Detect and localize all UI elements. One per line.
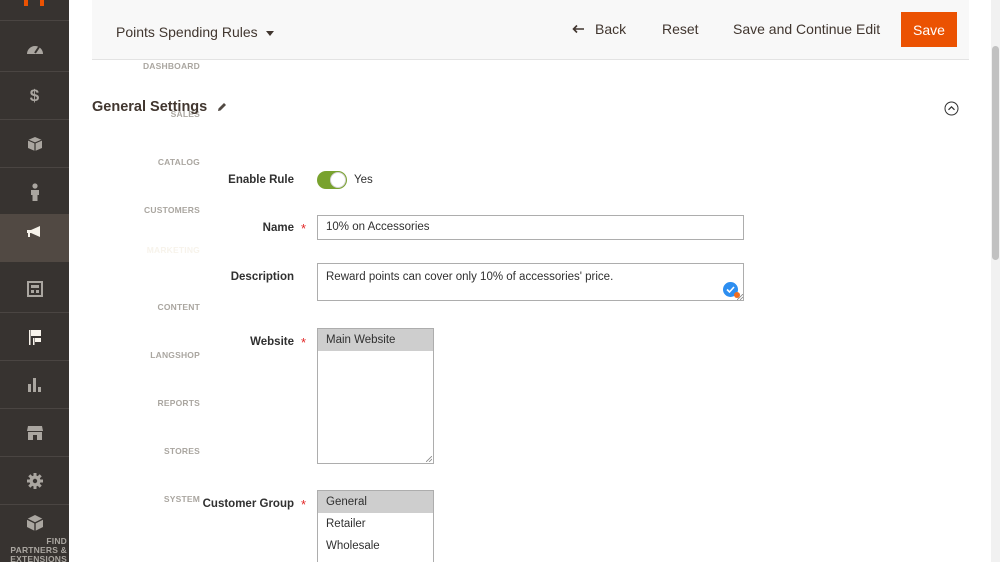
- spellcheck-badge-icon[interactable]: [723, 282, 740, 298]
- customer-group-option[interactable]: Wholesale: [318, 535, 433, 557]
- required-asterisk: *: [301, 221, 307, 236]
- save-and-continue-button[interactable]: Save and Continue Edit: [733, 21, 880, 37]
- flags-icon: [28, 330, 41, 345]
- bar-chart-icon: [27, 378, 41, 392]
- back-label: Back: [595, 21, 627, 37]
- dollar-icon: $: [29, 86, 40, 105]
- sidebar-label: CONTENT: [157, 302, 200, 312]
- gear-icon: [26, 473, 43, 489]
- back-button[interactable]: Back: [572, 21, 626, 37]
- sidebar-item-find-partners[interactable]: FIND PARTNERS & EXTENSIONS: [0, 508, 69, 562]
- resize-handle-icon[interactable]: [737, 294, 743, 300]
- cube-icon: [26, 515, 43, 531]
- required-asterisk: *: [301, 497, 307, 512]
- website-multiselect[interactable]: Main Website: [317, 328, 434, 464]
- sidebar-item-marketing[interactable]: MARKETING: [0, 214, 200, 262]
- page-scrollbar[interactable]: [991, 0, 1000, 562]
- sidebar-label: STORES: [164, 446, 200, 456]
- sidebar-label: LANGSHOP: [150, 350, 200, 360]
- toggle-knob: [330, 172, 346, 188]
- sidebar-label: MARKETING: [146, 245, 200, 255]
- storefront-icon: [26, 426, 43, 440]
- reset-button[interactable]: Reset: [662, 21, 699, 37]
- arrow-left-icon: [572, 24, 584, 34]
- layout-icon: [26, 281, 43, 297]
- admin-sidebar: DASHBOARD $ SALES CATALOG CUSTOMERS MARK…: [0, 0, 200, 562]
- dashboard-icon: [26, 46, 43, 54]
- page-actions-header: Points Spending Rules Back Reset Save an…: [92, 0, 969, 60]
- store-view-switcher[interactable]: Points Spending Rules: [116, 24, 274, 40]
- enable-rule-toggle[interactable]: [317, 171, 347, 189]
- customer-group-option[interactable]: General: [318, 491, 433, 513]
- customer-group-multiselect[interactable]: General Retailer Wholesale: [317, 490, 434, 562]
- magento-logo-icon[interactable]: [24, 0, 44, 6]
- sidebar-label: DASHBOARD: [142, 61, 200, 71]
- megaphone-icon: [26, 226, 40, 237]
- enable-rule-value: Yes: [354, 174, 373, 186]
- description-textarea[interactable]: Reward points can cover only 10% of acce…: [317, 263, 744, 301]
- sidebar-label: CATALOG: [157, 157, 200, 167]
- name-input[interactable]: 10% on Accessories: [317, 215, 744, 240]
- resize-handle-icon[interactable]: [426, 456, 432, 462]
- caret-down-icon: [265, 30, 274, 36]
- scrollbar-thumb[interactable]: [992, 46, 999, 260]
- required-asterisk: *: [301, 335, 307, 350]
- collapse-circle-icon[interactable]: [944, 101, 959, 116]
- pencil-icon[interactable]: [216, 101, 228, 113]
- sidebar-label: REPORTS: [157, 398, 200, 408]
- customer-group-option[interactable]: Retailer: [318, 513, 433, 535]
- page-title: Points Spending Rules: [116, 24, 258, 40]
- website-label: Website: [250, 336, 294, 348]
- box-icon: [27, 137, 42, 151]
- customer-group-label: Customer Group: [202, 498, 294, 510]
- save-button[interactable]: Save: [901, 12, 957, 47]
- person-icon: [30, 183, 39, 201]
- enable-rule-label: Enable Rule: [228, 174, 294, 186]
- website-option[interactable]: Main Website: [318, 329, 433, 351]
- section-title[interactable]: General Settings: [92, 99, 207, 115]
- name-label: Name: [262, 222, 294, 234]
- description-label: Description: [230, 271, 294, 283]
- sidebar-label: FIND PARTNERS & EXTENSIONS: [10, 536, 67, 562]
